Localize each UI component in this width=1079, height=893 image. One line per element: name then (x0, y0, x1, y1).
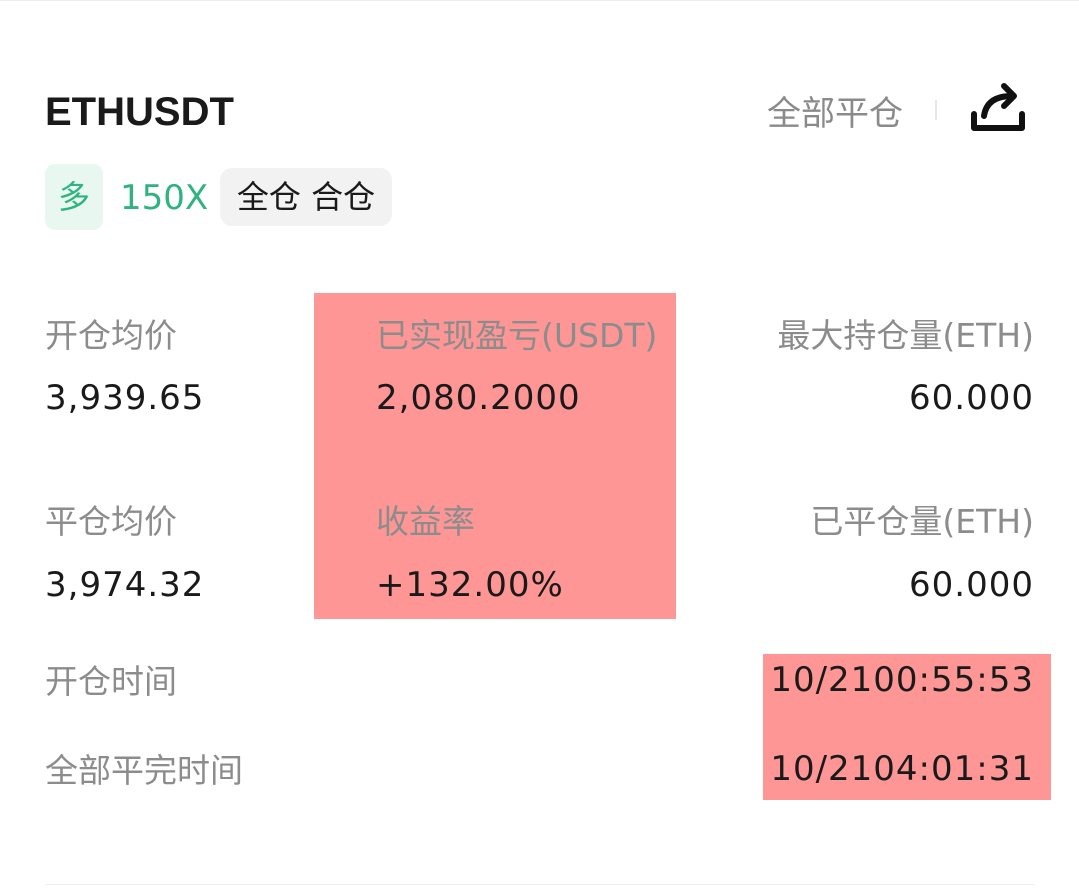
open-avg-price-value: 3,939.65 (45, 378, 205, 418)
realized-pnl-label: 已实现盈亏(USDT) (376, 316, 658, 355)
close-avg-price-value: 3,974.32 (45, 565, 205, 605)
top-divider (0, 0, 1079, 1)
close-avg-price-label: 平仓均价 (45, 502, 177, 541)
open-time-value: 10/2100:55:53 (770, 660, 1034, 700)
roi-value: +132.00% (376, 565, 564, 605)
bottom-divider (45, 884, 1035, 885)
header-divider (935, 100, 937, 120)
full-close-time-value: 10/2104:01:31 (770, 749, 1034, 789)
direction-badge: 多 (45, 164, 103, 230)
full-close-time-label: 全部平完时间 (45, 751, 243, 790)
roi-label: 收益率 (376, 502, 475, 541)
leverage-label: 150X (120, 178, 209, 218)
symbol-title: ETHUSDT (45, 90, 234, 134)
share-icon (971, 83, 1025, 131)
max-position-label: 最大持仓量(ETH) (777, 316, 1034, 355)
closed-qty-value: 60.000 (909, 565, 1034, 605)
realized-pnl-value: 2,080.2000 (376, 378, 581, 418)
margin-mode-badge: 全仓 合仓 (220, 168, 392, 226)
max-position-value: 60.000 (909, 378, 1034, 418)
close-all-button[interactable]: 全部平仓 (767, 92, 903, 136)
share-button[interactable] (966, 80, 1030, 140)
open-time-label: 开仓时间 (45, 662, 177, 701)
open-avg-price-label: 开仓均价 (45, 316, 177, 355)
closed-qty-label: 已平仓量(ETH) (810, 502, 1034, 541)
